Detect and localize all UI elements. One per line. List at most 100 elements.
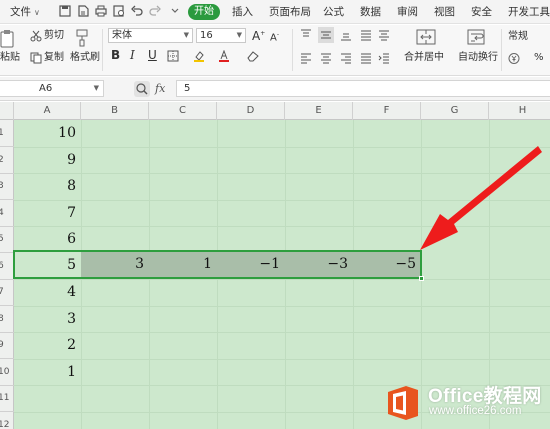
office-logo-icon [388,386,418,420]
row-header-12[interactable]: 12 [0,412,14,429]
customize-toolbar-icon[interactable] [168,4,182,18]
number-format-select[interactable]: 常规 [508,31,528,43]
chevron-down-icon: ▼ [93,84,99,92]
font-size-select[interactable]: 16 ▼ [196,28,246,43]
tab-security[interactable]: 安全 [471,4,492,20]
col-header-f[interactable]: F [353,102,421,120]
align-justify-icon[interactable] [360,29,372,41]
row-header-2[interactable]: 2 [0,147,14,174]
cell-a7[interactable]: 4 [14,279,81,306]
col-header-a[interactable]: A [14,102,81,120]
row-header-4[interactable]: 4 [0,200,14,227]
row-header-11[interactable]: 11 [0,385,14,412]
col-header-b[interactable]: B [81,102,149,120]
print-icon[interactable] [94,4,108,18]
col-header-e[interactable]: E [285,102,353,120]
align-top-icon[interactable] [300,29,312,41]
wrap-text-button[interactable]: 自动换行 [458,52,498,64]
ribbon-divider [102,29,103,71]
italic-icon[interactable]: I [130,49,135,61]
print-preview-icon[interactable] [112,4,126,18]
percent-icon[interactable]: % [534,52,544,64]
col-header-d[interactable]: D [217,102,285,120]
save-icon[interactable] [58,4,72,18]
align-center-icon[interactable] [320,52,332,64]
column-header: A B C D E F G H [0,102,550,120]
font-color-icon[interactable] [218,50,230,63]
select-all-corner[interactable] [0,102,14,120]
ribbon-divider [292,29,293,71]
col-header-c[interactable]: C [149,102,217,120]
tab-view[interactable]: 视图 [434,4,455,20]
increase-font-icon[interactable]: A+ [252,28,265,42]
justify-icon[interactable] [360,52,372,64]
paste-icon[interactable] [0,29,16,49]
format-painter-icon[interactable] [74,28,90,48]
cell-a2[interactable]: 9 [14,147,81,174]
row-header-6[interactable]: 6 [0,253,14,280]
tab-data[interactable]: 数据 [360,4,381,20]
cell-a4[interactable]: 7 [14,200,81,227]
cell-a1[interactable]: 10 [14,120,81,147]
border-icon[interactable] [167,50,179,62]
watermark: Office教程网 www.office26.com [384,380,550,426]
copy-button[interactable]: 复制 [44,52,64,64]
row-header-1[interactable]: 1 [0,120,14,147]
font-name-value: 宋体 [112,30,132,41]
row-header-5[interactable]: 5 [0,226,14,253]
chevron-down-icon: ▼ [236,31,242,39]
paste-button[interactable]: 粘贴 [0,52,20,64]
align-bottom-icon[interactable] [340,29,352,41]
formula-input[interactable]: 5 [176,80,550,97]
cut-button[interactable]: 剪切 [44,30,64,42]
col-header-g[interactable]: G [421,102,489,120]
format-painter-button[interactable]: 格式刷 [70,52,100,64]
tab-page-layout[interactable]: 页面布局 [269,4,311,20]
row-header-8[interactable]: 8 [0,306,14,333]
align-middle-icon[interactable] [318,27,334,43]
tab-insert[interactable]: 插入 [232,4,253,20]
fx-icon[interactable]: fx [155,82,165,95]
cell-a10[interactable]: 1 [14,359,81,386]
copy-icon[interactable] [30,52,42,64]
bold-icon[interactable]: B [111,49,120,61]
align-right-icon[interactable] [340,52,352,64]
distributed-icon[interactable] [378,29,390,41]
cell-a3[interactable]: 8 [14,173,81,200]
clear-format-icon[interactable] [246,50,260,62]
font-name-select[interactable]: 宋体 ▼ [108,28,193,43]
zoom-icon[interactable] [134,81,150,97]
decrease-font-icon[interactable]: A- [270,29,279,44]
currency-icon[interactable] [508,52,522,65]
redo-icon[interactable] [148,4,162,18]
watermark-title: Office教程网 [428,386,542,407]
export-pdf-icon[interactable] [76,4,90,18]
tab-formulas[interactable]: 公式 [323,4,344,20]
indent-icon[interactable] [378,52,390,64]
fill-color-icon[interactable] [193,50,205,62]
undo-icon[interactable] [130,4,144,18]
file-menu[interactable]: 文件 ∨ [10,4,40,20]
tab-start[interactable]: 开始 [188,4,220,20]
name-box[interactable]: A6 ▼ [0,80,104,97]
col-header-h[interactable]: H [489,102,550,120]
scissors-icon[interactable] [30,30,42,42]
cell-a8[interactable]: 3 [14,306,81,333]
wrap-text-icon[interactable] [467,29,485,45]
row-header-9[interactable]: 9 [0,332,14,359]
row-header: 1 2 3 4 5 6 7 8 9 10 11 12 [0,120,14,429]
cell-a9[interactable]: 2 [14,332,81,359]
fill-handle[interactable] [419,276,424,281]
merge-center-icon[interactable] [416,29,436,45]
tab-developer[interactable]: 开发工具 [508,4,550,20]
row-header-7[interactable]: 7 [0,279,14,306]
align-left-icon[interactable] [300,52,312,64]
ribbon-divider [501,29,502,71]
tab-review[interactable]: 审阅 [397,4,418,20]
cell-a5[interactable]: 6 [14,226,81,253]
row-header-10[interactable]: 10 [0,359,14,386]
chevron-down-icon: ∨ [34,8,40,17]
row-header-3[interactable]: 3 [0,173,14,200]
merge-center-button[interactable]: 合并居中 [404,52,444,64]
underline-icon[interactable]: U [148,49,157,61]
